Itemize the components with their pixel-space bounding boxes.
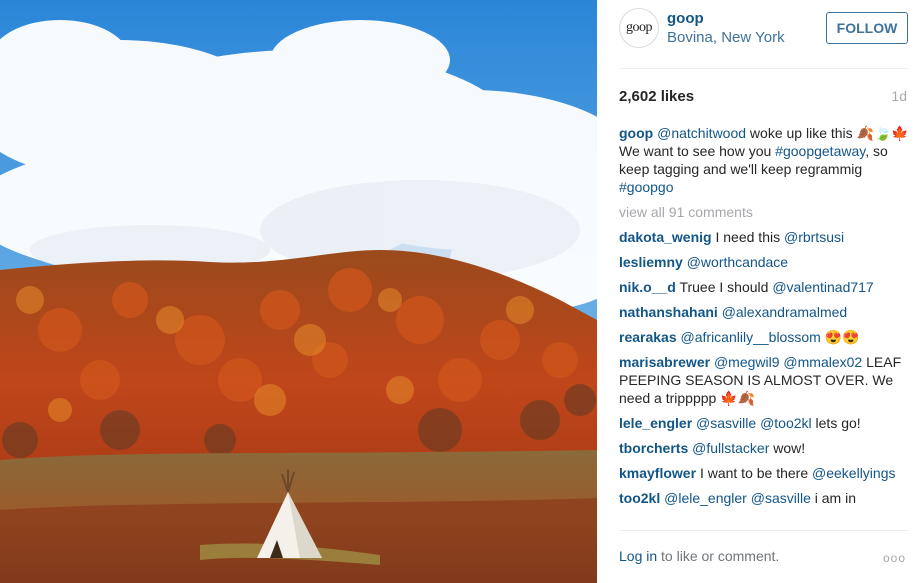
comment-author[interactable]: lesliemny	[619, 254, 683, 270]
mention-link[interactable]: @alexandramalmed	[722, 304, 848, 320]
comment-author[interactable]: nik.o__d	[619, 279, 676, 295]
login-prompt-text: to like or comment.	[657, 548, 780, 564]
post-photo[interactable]	[0, 0, 597, 583]
mention-link[interactable]: @valentinad717	[772, 279, 873, 295]
comment-author[interactable]: rearakas	[619, 329, 677, 345]
comment-text: lets go!	[811, 415, 861, 431]
post-header: goop goop Bovina, New York FOLLOW	[597, 0, 923, 68]
comment-row: tborcherts @fullstacker wow!	[619, 439, 909, 457]
comment-row: nathanshahani @alexandramalmed	[619, 303, 909, 321]
follow-button[interactable]: FOLLOW	[826, 12, 908, 44]
post-age[interactable]: 1d	[891, 88, 907, 104]
comment-entries: dakota_wenig I need this @rbrtsusi leslie…	[619, 228, 909, 507]
login-link[interactable]: Log in	[619, 548, 657, 564]
caption: goop @natchitwood woke up like this 🍂🍃🍁 …	[619, 124, 909, 196]
caption-body: @natchitwood woke up like this 🍂🍃🍁 We wa…	[619, 125, 909, 195]
mention-link[interactable]: @rbrtsusi	[784, 229, 844, 245]
mention-link[interactable]: @sasville	[696, 415, 756, 431]
avatar-text: goop	[626, 20, 653, 35]
comment-row: lele_engler @sasville @too2kl lets go!	[619, 414, 909, 432]
mention-link[interactable]: @natchitwood	[657, 125, 746, 141]
comment-text: wow!	[769, 440, 806, 456]
mention-link[interactable]: @mmalex02	[783, 354, 862, 370]
author-username[interactable]: goop	[667, 10, 704, 27]
mention-link[interactable]: @lele_engler	[664, 490, 747, 506]
comment-row: kmayflower I want to be there @eekellyin…	[619, 464, 909, 482]
post-details-panel: goop goop Bovina, New York FOLLOW 2,602 …	[597, 0, 923, 583]
comment-row: nik.o__d Truee I should @valentinad717	[619, 278, 909, 296]
comment-row: marisabrewer @megwil9 @mmalex02 LEAF PEE…	[619, 353, 909, 407]
comment-author[interactable]: dakota_wenig	[619, 229, 712, 245]
footer-divider	[619, 530, 909, 531]
mention-link[interactable]: @fullstacker	[692, 440, 769, 456]
mention-link[interactable]: #goopgetaway	[775, 143, 865, 159]
comment-row: rearakas @africanlily__blossom 😍😍	[619, 328, 909, 346]
mention-link[interactable]: @africanlily__blossom	[681, 329, 821, 345]
comment-author[interactable]: tborcherts	[619, 440, 688, 456]
mention-link[interactable]: @megwil9	[714, 354, 780, 370]
login-prompt: Log in to like or comment.	[619, 548, 779, 564]
comment-author[interactable]: nathanshahani	[619, 304, 718, 320]
comment-text: i am in	[810, 490, 856, 506]
post-location[interactable]: Bovina, New York	[667, 29, 785, 46]
avatar[interactable]: goop	[619, 8, 659, 48]
comment-row: dakota_wenig I need this @rbrtsusi	[619, 228, 909, 246]
mention-link[interactable]: #goopgo	[619, 179, 674, 195]
mention-link[interactable]: @sasville	[751, 490, 811, 506]
comment-author[interactable]: marisabrewer	[619, 354, 710, 370]
comment-row: too2kl @lele_engler @sasville i am in	[619, 489, 909, 507]
mention-link[interactable]: @worthcandace	[687, 254, 788, 270]
like-count[interactable]: 2,602 likes	[619, 88, 694, 105]
mention-link[interactable]: @too2kl	[760, 415, 812, 431]
comments-list: goop @natchitwood woke up like this 🍂🍃🍁 …	[619, 124, 909, 524]
header-divider	[619, 68, 909, 69]
more-options-icon[interactable]: ooo	[883, 551, 906, 565]
comment-text: I want to be there	[699, 465, 813, 481]
comment-author[interactable]: kmayflower	[619, 465, 696, 481]
view-all-comments-link[interactable]: view all 91 comments	[619, 203, 909, 221]
comment-text: Truee I should	[679, 279, 773, 295]
comment-text: 😍😍	[820, 329, 860, 345]
comment-author[interactable]: too2kl	[619, 490, 660, 506]
mention-link[interactable]: @eekellyings	[812, 465, 895, 481]
comment-author[interactable]: lele_engler	[619, 415, 692, 431]
comment-text: I need this	[715, 229, 784, 245]
autumn-hillside-teepee-image	[0, 0, 597, 583]
comment-row: lesliemny @worthcandace	[619, 253, 909, 271]
caption-author[interactable]: goop	[619, 125, 653, 141]
